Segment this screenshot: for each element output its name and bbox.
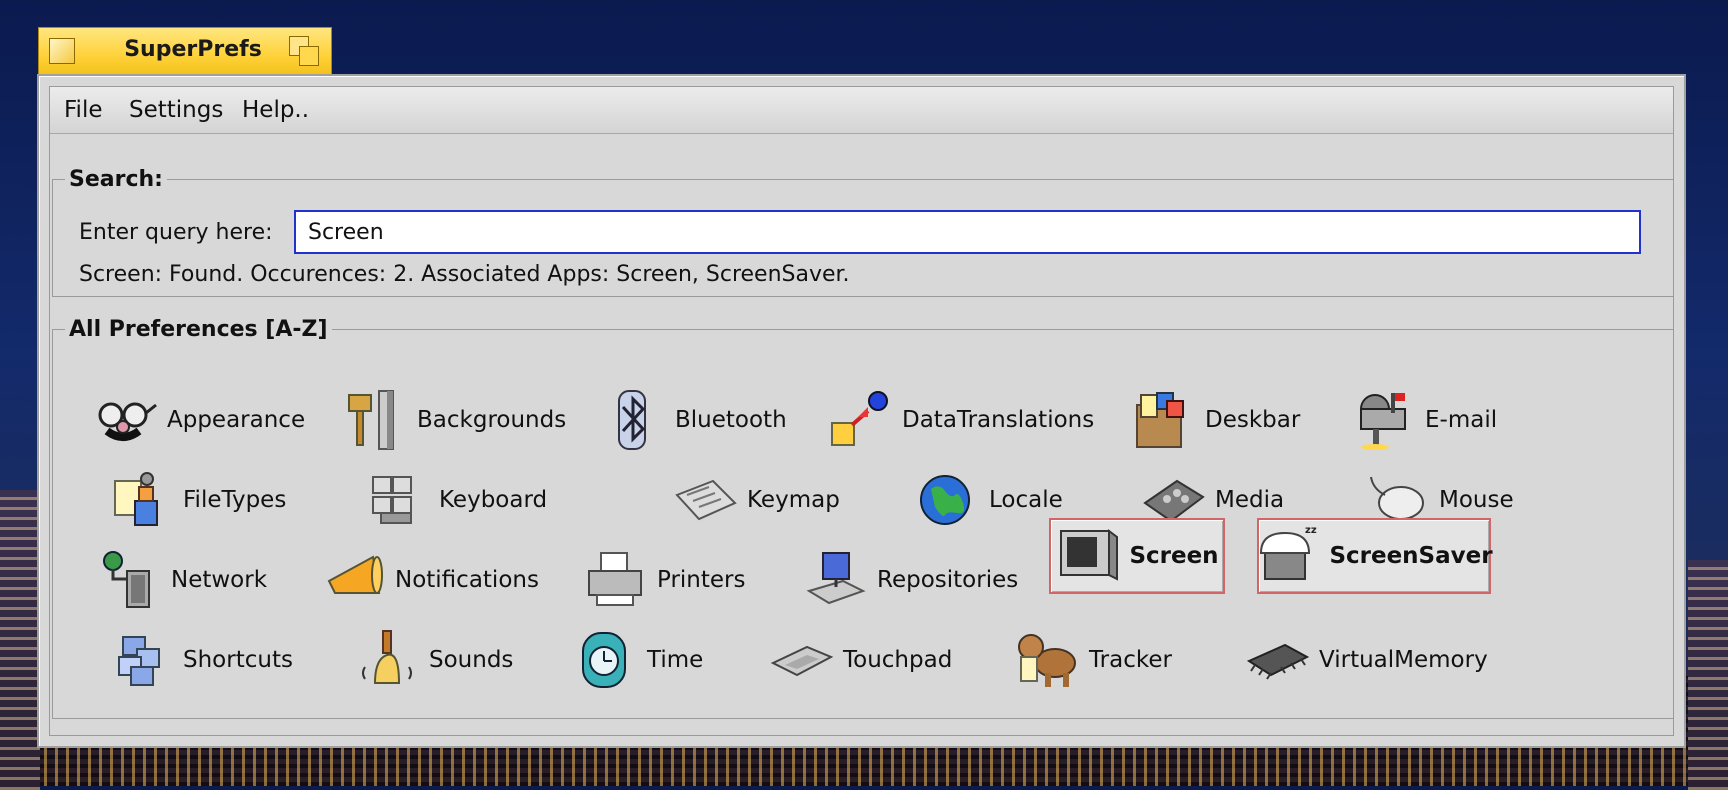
pref-deskbar[interactable]: Deskbar xyxy=(1131,382,1300,458)
pref-label: Locale xyxy=(989,487,1063,513)
bell-icon xyxy=(362,630,412,684)
globe-icon xyxy=(920,475,970,525)
query-label: Enter query here: xyxy=(79,220,273,245)
pref-label: Deskbar xyxy=(1205,407,1301,433)
pref-label: Keyboard xyxy=(439,487,548,513)
deskbar-icon xyxy=(1136,392,1184,448)
pref-label: Network xyxy=(171,567,268,593)
zoom-box-icon[interactable] xyxy=(289,36,319,66)
pref-label: Time xyxy=(647,647,704,673)
preferences-group: All Preferences [A-Z] Appearance Backgro… xyxy=(52,317,1674,719)
window-tab[interactable]: SuperPrefs xyxy=(38,27,332,74)
pref-locale[interactable]: Locale xyxy=(915,462,1063,538)
menu-file[interactable]: File xyxy=(64,97,103,123)
pref-label: Keymap xyxy=(747,487,840,513)
pref-tracker[interactable]: Tracker xyxy=(1015,622,1172,698)
pref-virtualmemory[interactable]: VirtualMemory xyxy=(1245,622,1488,698)
pref-touchpad[interactable]: Touchpad xyxy=(769,622,952,698)
pref-label: Sounds xyxy=(429,647,514,673)
pref-repositories[interactable]: Repositories xyxy=(803,542,1018,618)
clock-icon xyxy=(582,632,626,688)
pref-appearance[interactable]: Appearance xyxy=(93,382,305,458)
search-legend: Search: xyxy=(69,167,163,192)
pref-bluetooth[interactable]: Bluetooth xyxy=(601,382,787,458)
search-status: Screen: Found. Occurences: 2. Associated… xyxy=(79,262,850,287)
keymap-icon xyxy=(675,479,737,521)
pref-filetypes[interactable]: FileTypes xyxy=(109,462,286,538)
pref-label: FileTypes xyxy=(183,487,287,513)
pref-label: Mouse xyxy=(1439,487,1514,513)
pref-label: Screen xyxy=(1129,543,1219,569)
touchpad-icon xyxy=(770,645,834,677)
pref-label: E-mail xyxy=(1425,407,1498,433)
pref-label: Shortcuts xyxy=(183,647,293,673)
pref-screensaver[interactable]: zz ScreenSaver xyxy=(1257,518,1493,594)
repositories-icon xyxy=(806,552,866,605)
pref-email[interactable]: E-mail xyxy=(1351,382,1497,458)
printer-icon xyxy=(588,552,642,606)
pref-backgrounds[interactable]: Backgrounds xyxy=(343,382,566,458)
pref-keyboard[interactable]: Keyboard xyxy=(365,462,547,538)
keyboard-icon xyxy=(372,476,412,524)
bluetooth-icon xyxy=(618,390,646,450)
pref-label: Backgrounds xyxy=(417,407,567,433)
network-icon xyxy=(103,551,150,608)
pref-printers[interactable]: Printers xyxy=(583,542,746,618)
pref-label: DataTranslations xyxy=(902,407,1095,433)
close-box-icon[interactable] xyxy=(49,38,75,64)
pref-screen[interactable]: Screen xyxy=(1049,518,1225,594)
menubar: File Settings Help.. xyxy=(50,87,1673,134)
desktop-building-left xyxy=(0,490,40,790)
screensaver-icon: zz xyxy=(1260,525,1317,580)
pref-label: Touchpad xyxy=(843,647,953,673)
pref-label: Appearance xyxy=(167,407,306,433)
pref-label: VirtualMemory xyxy=(1319,647,1488,673)
pref-label: Bluetooth xyxy=(675,407,787,433)
pref-notifications[interactable]: Notifications xyxy=(321,542,539,618)
window-title: SuperPrefs xyxy=(124,37,262,62)
preferences-legend: All Preferences [A-Z] xyxy=(69,317,328,342)
pref-datatranslations[interactable]: DataTranslations xyxy=(828,382,1094,458)
pref-label: ScreenSaver xyxy=(1329,543,1493,569)
superprefs-window: File Settings Help.. Search: Enter query… xyxy=(37,74,1686,748)
pref-label: Tracker xyxy=(1089,647,1172,673)
pref-label: Printers xyxy=(657,567,746,593)
window-content: File Settings Help.. Search: Enter query… xyxy=(49,86,1674,736)
shortcuts-icon xyxy=(118,636,160,686)
memory-chip-icon xyxy=(1246,643,1310,680)
pref-label: Notifications xyxy=(395,567,539,593)
menu-help[interactable]: Help.. xyxy=(242,97,309,123)
pref-network[interactable]: Network xyxy=(97,542,267,618)
megaphone-icon xyxy=(327,555,383,594)
monitor-icon xyxy=(1060,529,1119,581)
pref-keymap[interactable]: Keymap xyxy=(673,462,840,538)
datatranslations-icon xyxy=(831,391,888,446)
menu-settings[interactable]: Settings xyxy=(129,97,223,123)
appearance-icon xyxy=(98,402,157,441)
desktop-building-right xyxy=(1688,560,1728,790)
mailbox-icon xyxy=(1360,393,1406,450)
svg-text:zz: zz xyxy=(1305,525,1317,536)
filetypes-icon xyxy=(114,472,158,526)
pref-label: Media xyxy=(1215,487,1285,513)
pref-shortcuts[interactable]: Shortcuts xyxy=(109,622,293,698)
pref-time[interactable]: Time xyxy=(573,622,703,698)
pref-sounds[interactable]: Sounds xyxy=(355,622,513,698)
backgrounds-icon xyxy=(348,390,394,450)
pref-label: Repositories xyxy=(877,567,1019,593)
tracker-dog-icon xyxy=(1018,634,1076,687)
search-group: Search: Enter query here: Screen: Found.… xyxy=(52,167,1674,297)
search-input[interactable] xyxy=(294,210,1641,254)
